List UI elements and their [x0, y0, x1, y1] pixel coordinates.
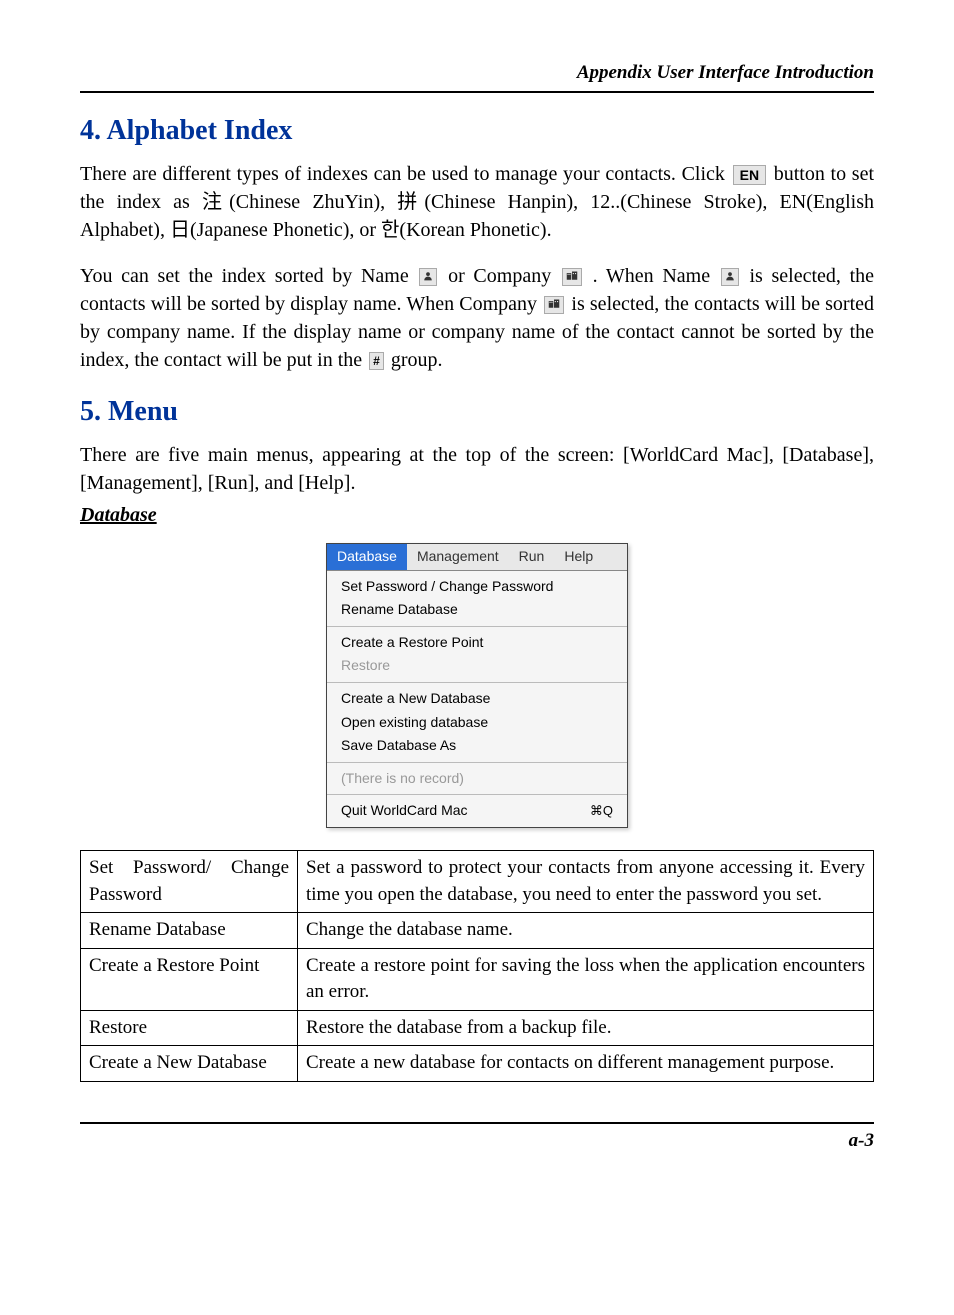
menu-item-quit[interactable]: Quit WorldCard Mac ⌘Q [327, 799, 627, 823]
table-row: Create a Restore Point Create a restore … [81, 948, 874, 1010]
menu-group-3: Create a New Database Open existing data… [327, 683, 627, 763]
term-cell: Create a New Database [81, 1046, 298, 1082]
menu-item-label: (There is no record) [341, 769, 464, 789]
menu-item-rename-database[interactable]: Rename Database [327, 598, 627, 622]
text-fragment: group. [391, 349, 443, 371]
running-header: Appendix User Interface Introduction [80, 60, 874, 87]
text-fragment: or Company [448, 265, 560, 287]
tab-help[interactable]: Help [554, 544, 603, 570]
table-row: Restore Restore the database from a back… [81, 1010, 874, 1046]
menu-item-save-database-as[interactable]: Save Database As [327, 734, 627, 758]
menu-item-label: Rename Database [341, 600, 458, 620]
menu-item-create-restore-point[interactable]: Create a Restore Point [327, 631, 627, 655]
table-row: Rename Database Change the database name… [81, 913, 874, 949]
menu-item-label: Save Database As [341, 736, 456, 756]
menu-item-label: Open existing database [341, 713, 488, 733]
table-row: Create a New Database Create a new datab… [81, 1046, 874, 1082]
menu-group-4: (There is no record) [327, 763, 627, 796]
term-cell: Create a Restore Point [81, 948, 298, 1010]
en-button-icon: EN [733, 165, 766, 185]
desc-cell: Create a restore point for saving the lo… [298, 948, 874, 1010]
menu-item-label: Create a New Database [341, 689, 490, 709]
tab-database[interactable]: Database [327, 544, 407, 570]
footer-rule [80, 1122, 874, 1124]
menu-item-open-existing-database[interactable]: Open existing database [327, 711, 627, 735]
menu-paragraph: There are five main menus, appearing at … [80, 441, 874, 497]
desc-cell: Restore the database from a backup file. [298, 1010, 874, 1046]
menu-item-create-new-database[interactable]: Create a New Database [327, 687, 627, 711]
company-icon [562, 268, 582, 286]
term-cell: Restore [81, 1010, 298, 1046]
desc-cell: Change the database name. [298, 913, 874, 949]
table-row: Set Password/ Change Password Set a pass… [81, 850, 874, 912]
database-menu-screenshot: Database Management Run Help Set Passwor… [326, 543, 628, 828]
text-fragment: There are different types of indexes can… [80, 163, 731, 185]
menu-bar: Database Management Run Help [327, 544, 627, 571]
menu-group-2: Create a Restore Point Restore [327, 627, 627, 683]
header-rule [80, 91, 874, 93]
tab-management[interactable]: Management [407, 544, 509, 570]
heading-menu: 5. Menu [80, 392, 874, 431]
heading-alphabet-index: 4. Alphabet Index [80, 111, 874, 150]
page-number: a-3 [80, 1128, 874, 1155]
menu-item-label: Quit WorldCard Mac [341, 801, 468, 821]
text-fragment: . When Name [593, 265, 719, 287]
desc-cell: Set a password to protect your contacts … [298, 850, 874, 912]
menu-group-1: Set Password / Change Password Rename Da… [327, 571, 627, 627]
menu-shortcut-quit: ⌘Q [590, 802, 613, 820]
hash-icon: # [369, 352, 384, 370]
term-cell: Set Password/ Change Password [81, 850, 298, 912]
company-icon [544, 296, 564, 314]
database-subheading: Database [80, 501, 874, 529]
menu-item-label: Restore [341, 656, 390, 676]
text-fragment: You can set the index sorted by Name [80, 265, 417, 287]
person-icon [721, 268, 739, 286]
alphabet-index-paragraph-1: There are different types of indexes can… [80, 160, 874, 244]
database-menu-definitions-table: Set Password/ Change Password Set a pass… [80, 850, 874, 1082]
menu-group-5: Quit WorldCard Mac ⌘Q [327, 795, 627, 827]
tab-run[interactable]: Run [509, 544, 555, 570]
menu-item-restore: Restore [327, 654, 627, 678]
menu-item-set-password[interactable]: Set Password / Change Password [327, 575, 627, 599]
alphabet-index-paragraph-2: You can set the index sorted by Name or … [80, 262, 874, 374]
desc-cell: Create a new database for contacts on di… [298, 1046, 874, 1082]
menu-item-no-record: (There is no record) [327, 767, 627, 791]
menu-item-label: Set Password / Change Password [341, 577, 553, 597]
menu-item-label: Create a Restore Point [341, 633, 483, 653]
person-icon [419, 268, 437, 286]
term-cell: Rename Database [81, 913, 298, 949]
